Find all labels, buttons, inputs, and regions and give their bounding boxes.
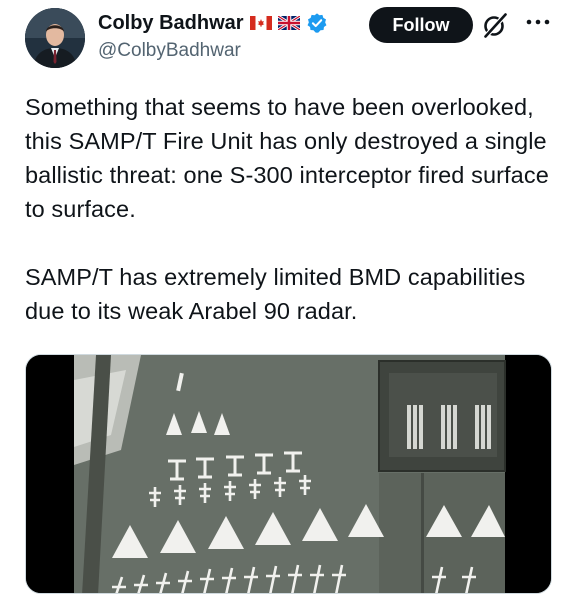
more-options-icon[interactable]: [523, 10, 553, 34]
author-name-row: Colby Badhwar: [98, 10, 328, 36]
avatar-image: [25, 8, 85, 68]
grok-icon[interactable]: [482, 12, 508, 38]
tweet-paragraph: SAMP/T has extremely limited BMD capabil…: [25, 264, 526, 324]
tweet-header: Colby Badhwar @ColbyBadhwar Follow: [0, 0, 578, 80]
canada-flag-icon: [249, 16, 272, 30]
author-display-name[interactable]: Colby Badhwar: [98, 12, 244, 35]
follow-button[interactable]: Follow: [369, 7, 473, 43]
tweet-paragraph: Something that seems to have been overlo…: [25, 94, 549, 222]
avatar[interactable]: [25, 8, 85, 68]
tweet-text: Something that seems to have been overlo…: [25, 90, 565, 328]
author-handle[interactable]: @ColbyBadhwar: [98, 40, 241, 62]
verified-badge-icon[interactable]: [306, 12, 328, 34]
tweet-media[interactable]: [25, 354, 552, 594]
uk-flag-icon: [277, 16, 300, 30]
media-image: [26, 355, 551, 593]
